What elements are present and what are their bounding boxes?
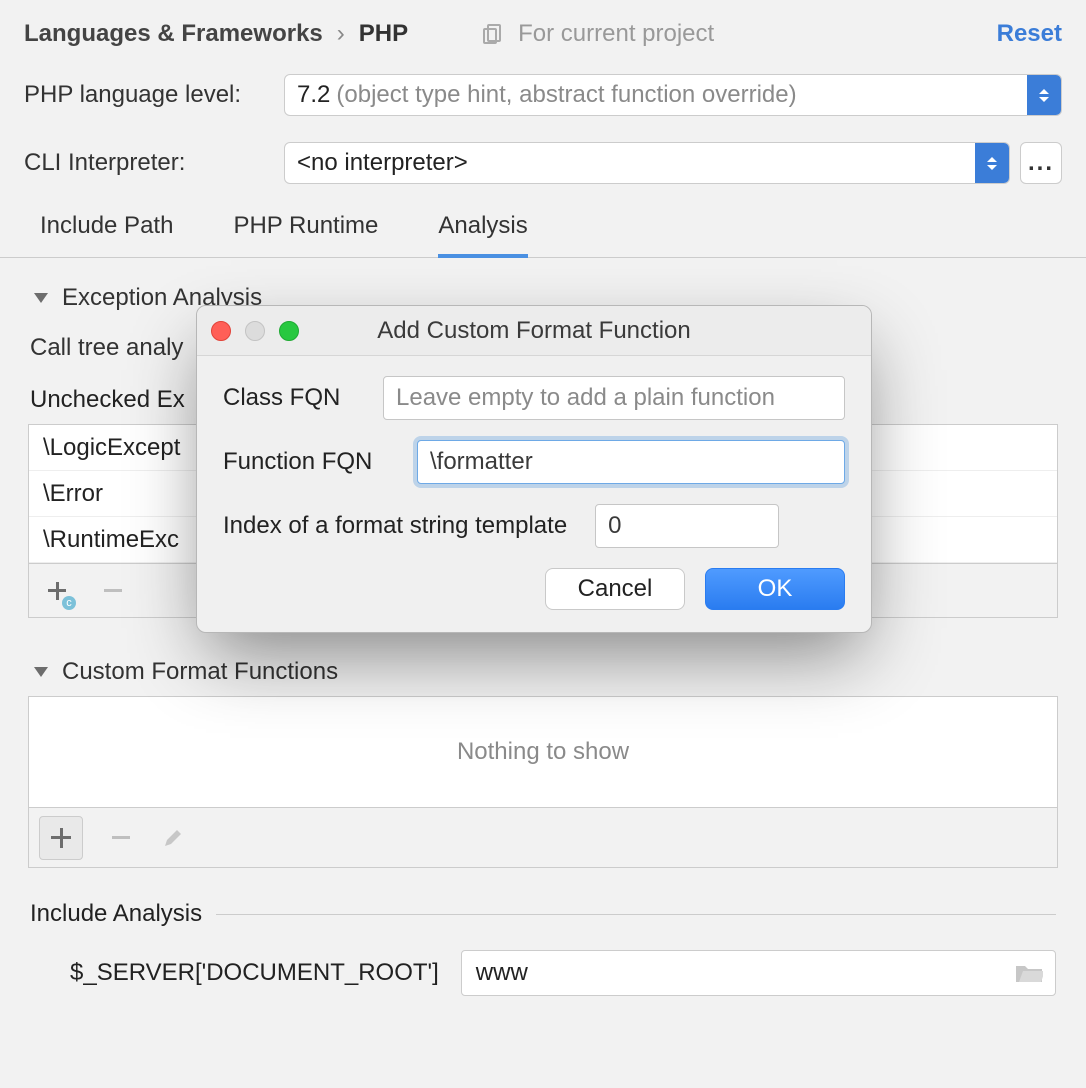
cancel-button[interactable]: Cancel (545, 568, 685, 610)
minimize-icon (245, 321, 265, 341)
class-badge-icon: c (62, 596, 76, 610)
remove-button (107, 824, 135, 852)
php-level-hint: (object type hint, abstract function ove… (336, 81, 796, 109)
close-icon[interactable] (211, 321, 231, 341)
zoom-icon[interactable] (279, 321, 299, 341)
window-controls (211, 321, 299, 341)
include-analysis-header: Include Analysis (0, 900, 1086, 928)
tabs: Include Path PHP Runtime Analysis (0, 184, 1086, 258)
index-label: Index of a format string template (223, 512, 567, 540)
remove-button (99, 577, 127, 605)
function-fqn-input[interactable]: \formatter (417, 440, 845, 484)
browse-button[interactable]: ... (1020, 142, 1062, 184)
breadcrumb-separator: › (337, 20, 345, 48)
section-title: Custom Format Functions (62, 658, 338, 686)
ok-button[interactable]: OK (705, 568, 845, 610)
add-button[interactable] (39, 816, 83, 860)
php-level-value: 7.2 (297, 81, 330, 109)
stepper-icon[interactable] (975, 143, 1009, 183)
class-fqn-input[interactable]: Leave empty to add a plain function (383, 376, 845, 420)
stepper-icon[interactable] (1027, 75, 1061, 115)
breadcrumb: Languages & Frameworks › PHP For current… (0, 0, 1086, 48)
project-scope-label: For current project (518, 20, 714, 48)
class-fqn-label: Class FQN (223, 384, 383, 412)
document-root-label: $_SERVER['DOCUMENT_ROOT'] (70, 959, 439, 987)
cli-interpreter-value: <no interpreter> (297, 149, 468, 177)
breadcrumb-parent[interactable]: Languages & Frameworks (24, 20, 323, 48)
edit-button (159, 824, 187, 852)
custom-format-functions-header[interactable]: Custom Format Functions (0, 658, 1086, 686)
tab-include-path[interactable]: Include Path (40, 212, 173, 257)
php-level-combo[interactable]: 7.2 (object type hint, abstract function… (284, 74, 1062, 116)
reset-button[interactable]: Reset (997, 20, 1062, 48)
folder-icon[interactable] (1015, 962, 1043, 984)
chevron-down-icon (34, 293, 48, 303)
custom-format-functions-list: Nothing to show (28, 696, 1058, 868)
section-title: Include Analysis (30, 900, 202, 928)
document-root-value: www (476, 959, 528, 987)
list-toolbar (29, 807, 1057, 867)
chevron-down-icon (34, 667, 48, 677)
cli-interpreter-combo[interactable]: <no interpreter> (284, 142, 1010, 184)
index-input[interactable]: 0 (595, 504, 779, 548)
tab-php-runtime[interactable]: PHP Runtime (233, 212, 378, 257)
add-class-button[interactable]: c (43, 577, 71, 605)
tab-analysis[interactable]: Analysis (438, 212, 527, 258)
php-level-label: PHP language level: (24, 81, 284, 109)
dialog-title: Add Custom Format Function (377, 317, 690, 345)
project-scope-icon (482, 23, 504, 45)
add-custom-format-function-dialog: Add Custom Format Function Class FQN Lea… (196, 305, 872, 633)
document-root-input[interactable]: www (461, 950, 1056, 996)
cli-interpreter-label: CLI Interpreter: (24, 149, 284, 177)
dialog-titlebar: Add Custom Format Function (197, 306, 871, 356)
function-fqn-label: Function FQN (223, 448, 417, 476)
breadcrumb-child: PHP (359, 20, 408, 48)
empty-placeholder: Nothing to show (29, 697, 1057, 807)
